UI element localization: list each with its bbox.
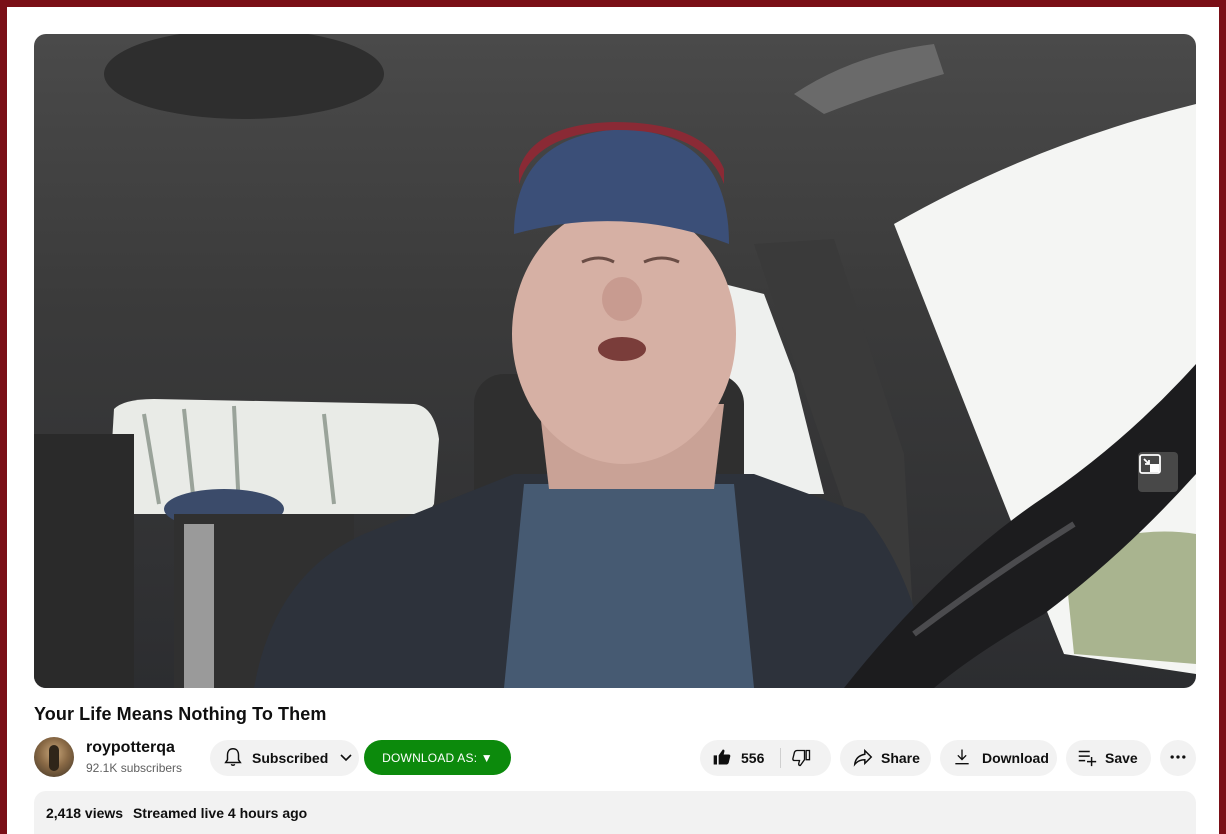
face xyxy=(512,204,736,464)
rear-seat-left xyxy=(34,434,134,688)
dome-light xyxy=(104,34,384,119)
like-icon[interactable] xyxy=(712,747,732,770)
dislike-icon[interactable] xyxy=(792,748,812,771)
chevron-down-icon xyxy=(338,749,354,768)
avatar[interactable] xyxy=(34,737,74,777)
nose xyxy=(602,277,642,321)
save-button[interactable]: Save xyxy=(1066,740,1151,776)
description-box[interactable]: 2,418 views Streamed live 4 hours ago xyxy=(34,791,1196,834)
download-label: Download xyxy=(982,750,1049,766)
video-stats: 2,418 views Streamed live 4 hours ago xyxy=(46,805,313,821)
like-count[interactable]: 556 xyxy=(741,750,764,766)
subscribed-label: Subscribed xyxy=(252,750,329,766)
bell-icon xyxy=(222,746,244,771)
share-icon xyxy=(852,746,874,771)
more-button[interactable] xyxy=(1160,740,1196,776)
mouth xyxy=(598,337,646,361)
divider xyxy=(780,748,781,768)
stream-date: Streamed live 4 hours ago xyxy=(132,805,308,821)
action-row: roypotterqa 92.1K subscribers Subscribed… xyxy=(34,737,1196,777)
like-dislike-bar: 556 xyxy=(700,740,831,776)
video-player[interactable] xyxy=(34,34,1196,688)
download-as-button[interactable]: DOWNLOAD AS: ▼ xyxy=(364,740,511,775)
playlist-add-icon xyxy=(1076,746,1098,771)
miniplayer-icon[interactable] xyxy=(1138,452,1178,492)
more-horizontal-icon xyxy=(1168,747,1188,770)
save-label: Save xyxy=(1105,750,1138,766)
download-button[interactable]: Download xyxy=(940,740,1057,776)
subscribed-button[interactable]: Subscribed xyxy=(210,740,359,776)
video-title: Your Life Means Nothing To Them xyxy=(34,704,327,724)
shirt xyxy=(504,484,754,688)
share-button[interactable]: Share xyxy=(840,740,931,776)
page: Your Life Means Nothing To Them roypotte… xyxy=(7,7,1219,834)
view-count: 2,418 views xyxy=(46,805,124,821)
download-icon xyxy=(952,747,972,770)
overhead-console xyxy=(794,44,944,114)
video-frame xyxy=(34,34,1196,688)
share-label: Share xyxy=(881,750,920,766)
subscriber-count: 92.1K subscribers xyxy=(86,761,183,775)
seatbelt xyxy=(184,524,214,688)
channel-name[interactable]: roypotterqa xyxy=(86,739,175,757)
